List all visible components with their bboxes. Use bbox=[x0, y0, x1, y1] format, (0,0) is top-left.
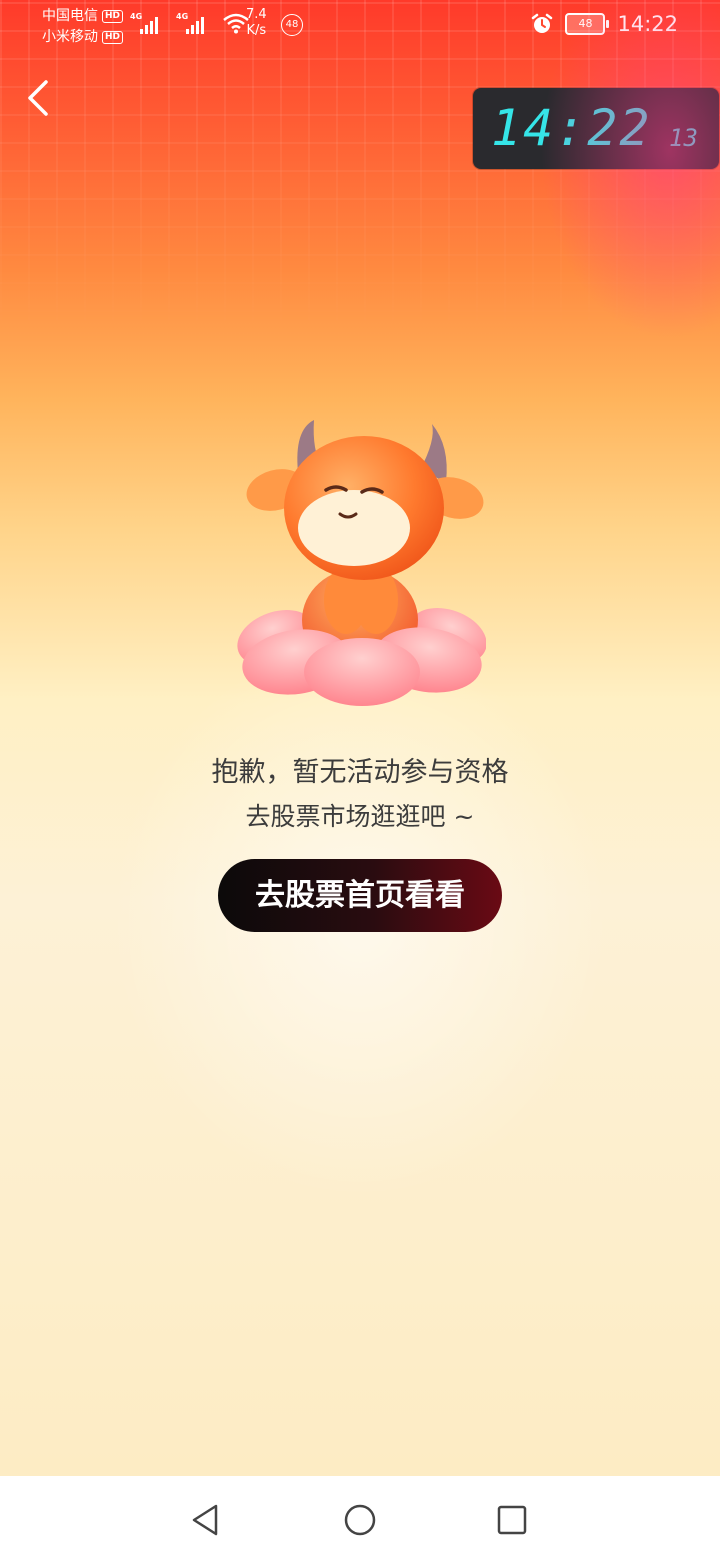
page-background: 中国电信 HD 小米移动 HD 4G 4G 7.4 K/s 48 48 14:2… bbox=[0, 0, 720, 1476]
alarm-icon bbox=[532, 13, 553, 33]
carrier-1: 中国电信 bbox=[42, 8, 98, 24]
nav-back-button[interactable] bbox=[186, 1500, 226, 1540]
carrier-info: 中国电信 HD 小米移动 HD bbox=[42, 6, 124, 48]
clock-hour-minute: 14:22 bbox=[491, 99, 652, 157]
carrier-row-2: 小米移动 HD bbox=[42, 27, 124, 48]
status-time: 14:22 bbox=[617, 12, 678, 36]
nav-back-icon bbox=[192, 1504, 218, 1536]
empty-state-subtitle: 去股票市场逛逛吧 ~ bbox=[245, 802, 475, 831]
hd-badge: HD bbox=[102, 10, 124, 23]
signal-icon: 4G bbox=[176, 12, 212, 34]
nav-home-icon bbox=[344, 1504, 376, 1536]
signal-icon: 4G bbox=[130, 12, 166, 34]
signal-indicators: 4G 4G bbox=[130, 12, 250, 34]
clock-seconds: 13 bbox=[669, 124, 698, 152]
hd-badge: HD bbox=[102, 31, 124, 44]
nav-recent-button[interactable] bbox=[492, 1500, 532, 1540]
empty-state-title: 抱歉，暂无活动参与资格 bbox=[211, 757, 509, 788]
speed-unit: K/s bbox=[246, 23, 267, 38]
carrier-row-1: 中国电信 HD bbox=[42, 6, 124, 27]
nav-recent-icon bbox=[497, 1505, 527, 1535]
carrier-2: 小米移动 bbox=[42, 29, 98, 45]
status-right: 48 14:22 bbox=[531, 12, 678, 36]
chevron-left-icon bbox=[28, 80, 48, 116]
cow-mascot-illustration bbox=[237, 420, 486, 706]
nav-home-button[interactable] bbox=[340, 1500, 380, 1540]
system-nav-bar bbox=[0, 1476, 720, 1560]
notification-badge: 48 bbox=[281, 14, 303, 36]
network-speed: 7.4 K/s bbox=[246, 7, 267, 39]
speed-value: 7.4 bbox=[246, 7, 267, 22]
battery-icon: 48 bbox=[565, 13, 610, 35]
go-stock-home-button[interactable]: 去股票首页看看 bbox=[218, 859, 502, 932]
back-button[interactable] bbox=[20, 76, 60, 120]
floating-clock-widget[interactable]: 14:22 13 bbox=[473, 88, 719, 169]
